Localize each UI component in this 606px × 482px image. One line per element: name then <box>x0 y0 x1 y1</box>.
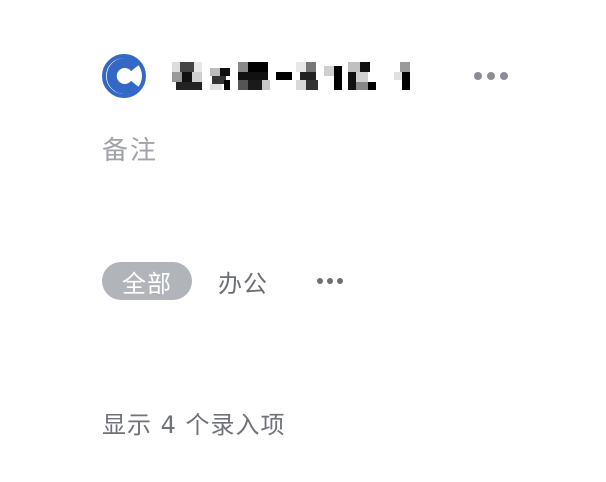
more-dot <box>327 278 333 284</box>
vault-header <box>102 54 512 98</box>
entry-count-label: 显示 4 个录入项 <box>102 411 286 439</box>
more-dot <box>337 278 343 284</box>
vault-title-obscured[interactable] <box>172 58 444 94</box>
header-more-button[interactable] <box>474 70 508 82</box>
tag-filter-bar: 全部 办公 <box>102 262 343 300</box>
tag-office[interactable]: 办公 <box>199 262 287 300</box>
tag-all[interactable]: 全部 <box>102 262 192 300</box>
vault-logo-icon <box>102 54 146 98</box>
pixelated-title <box>172 62 410 90</box>
more-horizontal-icon <box>317 278 323 284</box>
more-horizontal-icon <box>474 72 482 80</box>
note-field[interactable]: 备注 <box>102 130 158 167</box>
more-dot <box>487 72 495 80</box>
tags-more-button[interactable] <box>317 262 343 300</box>
more-dot <box>500 72 508 80</box>
